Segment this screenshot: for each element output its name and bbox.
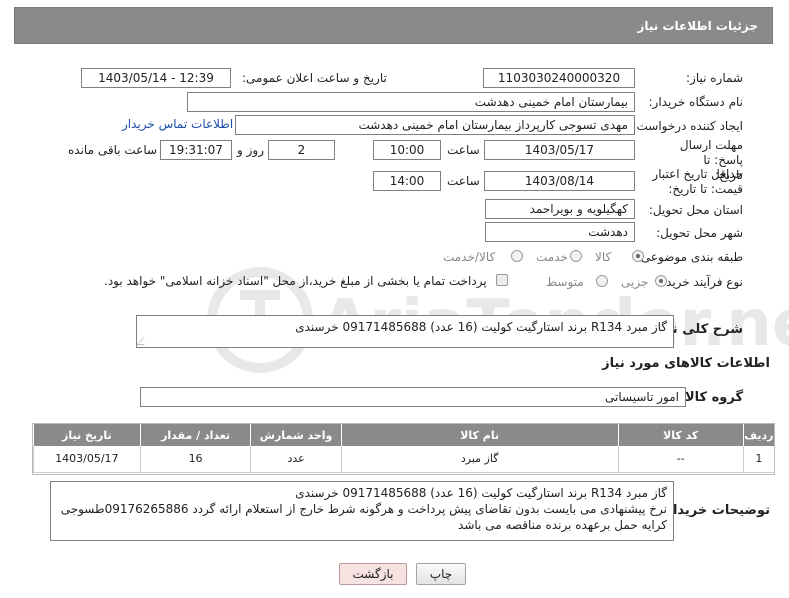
buyer-notes-line-2: نرخ پیشنهادی می بایست بدون تقاضای پیش پر… [60,502,667,516]
col-code-header: کد کالا [617,424,744,446]
goods-section-title: اطلاعات کالاهای مورد نیاز [602,356,770,371]
description-text: گاز مبرد R134 برند استارگیت کولیت (16 عد… [295,320,667,334]
validity-time-label: ساعت [447,174,480,188]
resize-grip-icon[interactable] [137,337,152,345]
items-table: ردیف کد کالا نام کالا واحد شمارش تعداد /… [32,423,775,475]
back-button[interactable]: بازگشت [339,563,407,585]
purchase-type-label: نوع فرآیند خرید : [658,275,743,289]
category-label: طبقه بندی موضوعی: [636,250,743,264]
buyer-org-label: نام دستگاه خریدار: [648,95,744,109]
province-label: استان محل تحویل: [648,203,743,217]
cell-code: -- [617,446,744,473]
city-value: دهدشت [485,222,635,242]
buyer-notes-line-3: کرایه حمل برعهده برنده مناقصه می باشد [458,518,667,532]
price-validity-label: حداقل تاریخ اعتبار قیمت: تا تاریخ: [652,167,743,196]
buyer-org-value: بیمارستان امام خمینی دهدشت [187,92,635,112]
time-remaining-value: 19:31:07 [160,140,232,160]
category-goods-radio[interactable] [632,250,644,262]
table-row: 1 -- گاز مبرد عدد 16 1403/05/17 [33,446,774,473]
buyer-notes-label: توضیحات خریدار: [660,503,770,518]
announce-label: تاریخ و ساعت اعلان عمومی: [242,71,387,85]
purchase-medium-label: متوسط [546,275,584,289]
category-goods-service-radio[interactable] [511,250,523,262]
cell-qty: 16 [139,446,251,473]
cell-row: 1 [742,446,774,473]
table-header-row: ردیف کد کالا نام کالا واحد شمارش تعداد /… [33,424,774,446]
need-details-page: جزئیات اطلاعات نیاز AriaTender.neT شماره… [0,0,789,598]
need-number-value: 1103030240000320 [483,68,635,88]
contact-info-link[interactable]: اطلاعات تماس خریدار [122,117,233,131]
need-number-label: شماره نیاز: [686,71,743,85]
province-value: کهگیلویه و بویراحمد [485,199,635,219]
buyer-notes-line-1: گاز مبرد R134 برند استارگیت کولیت (16 عد… [295,486,667,500]
city-label: شهر محل تحویل: [656,226,743,240]
goods-group-value: امور تاسیساتی [140,387,686,407]
col-row-header: ردیف [742,424,774,446]
treasury-bonds-checkbox[interactable] [496,274,508,286]
category-goods-label: کالا [595,250,612,264]
purchase-minor-label: جزیی [621,275,649,289]
purchase-minor-radio[interactable] [655,275,667,287]
reply-time-label: ساعت [447,143,480,157]
days-label: روز و [237,143,264,157]
reply-date-value: 1403/05/17 [484,140,635,160]
col-qty-header: تعداد / مقدار [139,424,251,446]
validity-time-value: 14:00 [373,171,441,191]
category-service-label: خدمت [536,250,568,264]
col-unit-header: واحد شمارش [250,424,342,446]
category-service-radio[interactable] [570,250,582,262]
cell-name: گاز مبرد [340,446,619,473]
panel-header: جزئیات اطلاعات نیاز [14,7,773,44]
days-remaining-value: 2 [268,140,335,160]
creator-value: مهدی تسوجی کارپرداز بیمارستان امام خمینی… [235,115,635,135]
panel-title: جزئیات اطلاعات نیاز [637,19,758,33]
print-button[interactable]: چاپ [416,563,466,585]
col-date-header: تاریخ نیاز [33,424,141,446]
col-name-header: نام کالا [340,424,619,446]
category-goods-service-label: کالا/خدمت [443,250,496,264]
goods-group-label: گروه کالا: [679,390,743,405]
reply-time-value: 10:00 [373,140,441,160]
validity-date-value: 1403/08/14 [484,171,635,191]
purchase-medium-radio[interactable] [596,275,608,287]
cell-unit: عدد [250,446,342,473]
announce-value: 1403/05/14 - 12:39 [81,68,231,88]
buyer-notes-textarea[interactable]: گاز مبرد R134 برند استارگیت کولیت (16 عد… [50,481,674,541]
time-remaining-label: ساعت باقی مانده [68,143,158,157]
cell-date: 1403/05/17 [33,446,141,473]
description-textarea[interactable]: گاز مبرد R134 برند استارگیت کولیت (16 عد… [136,315,674,348]
creator-label: ایجاد کننده درخواست: [632,119,743,133]
payment-note: پرداخت تمام یا بخشی از مبلغ خرید،از محل … [104,274,487,288]
